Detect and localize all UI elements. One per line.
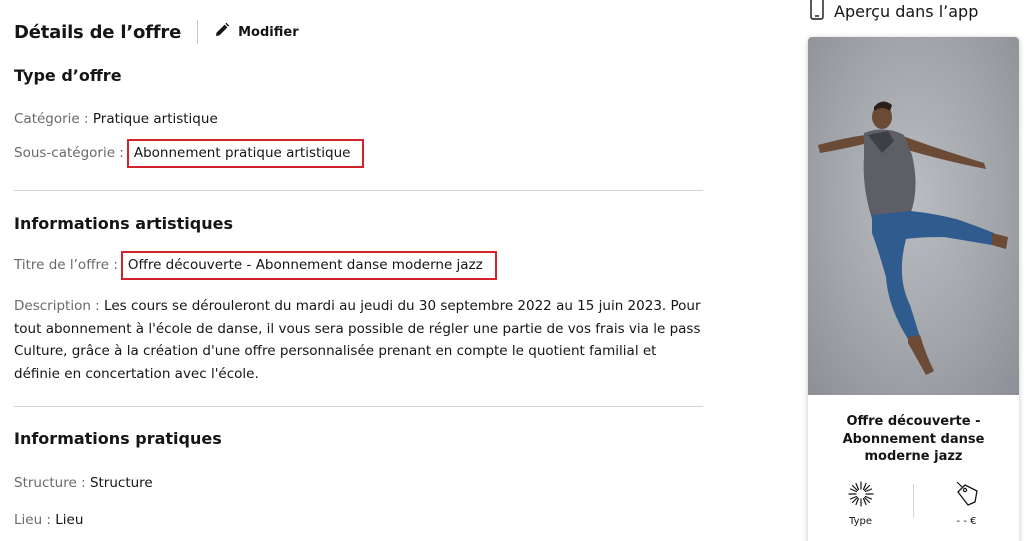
category-label: Catégorie : <box>14 111 93 127</box>
subcategory-value-highlighted: Abonnement pratique artistique <box>126 139 365 168</box>
edit-button[interactable]: Modifier <box>214 22 299 42</box>
offer-title-label: Titre de l’offre : <box>14 257 118 273</box>
section-divider <box>14 190 703 191</box>
location-label: Lieu : <box>14 512 56 528</box>
offer-type-label: Type <box>849 516 872 527</box>
offer-preview-card: Offre découverte - Abonnement danse mode… <box>808 37 1019 541</box>
description-row: Description : Les cours se dérouleront d… <box>14 295 704 385</box>
app-preview-title: Aperçu dans l’app <box>834 1 979 21</box>
subcategory-label: Sous-catégorie : <box>14 145 124 161</box>
subcategory-row: Sous-catégorie : Abonnement pratique arti… <box>14 139 365 168</box>
phone-icon <box>810 0 824 24</box>
description-value: Les cours se dérouleront du mardi au jeu… <box>14 298 701 382</box>
header-divider <box>197 20 199 44</box>
offer-title-row: Titre de l’offre : Offre découverte - Abo… <box>14 251 497 280</box>
sparkle-icon <box>847 480 875 512</box>
section-divider <box>14 406 703 407</box>
structure-value: Structure <box>89 475 153 491</box>
description-label: Description : <box>14 298 105 314</box>
structure-label: Structure : <box>14 475 90 491</box>
offer-title-value-highlighted: Offre découverte - Abonnement danse mode… <box>120 251 497 280</box>
offer-details-header: Détails de l’offre Modifier <box>14 18 299 46</box>
section-title-practical: Informations pratiques <box>14 429 222 448</box>
price-tag-icon <box>953 480 981 512</box>
location-value: Lieu <box>55 512 84 528</box>
location-row: Lieu : Lieu <box>14 512 83 528</box>
offer-price-meta: - - € <box>914 480 1019 527</box>
pencil-icon <box>214 22 230 42</box>
section-title-offer-type: Type d’offre <box>14 66 122 85</box>
category-row: Catégorie : Pratique artistique <box>14 111 218 127</box>
card-offer-title: Offre découverte - Abonnement danse mode… <box>842 414 985 464</box>
structure-row: Structure : Structure <box>14 475 153 491</box>
app-preview-header: Aperçu dans l’app <box>810 0 978 22</box>
offer-type-meta: Type <box>808 480 913 527</box>
page-title: Détails de l’offre <box>14 21 182 43</box>
card-meta: Type - - € <box>808 480 1019 527</box>
offer-image <box>808 37 1019 395</box>
offer-price-label: - - € <box>956 516 977 527</box>
category-value: Pratique artistique <box>92 111 218 127</box>
dancer-illustration <box>818 101 1008 375</box>
edit-button-label: Modifier <box>238 24 299 40</box>
section-title-artistic: Informations artistiques <box>14 214 233 233</box>
